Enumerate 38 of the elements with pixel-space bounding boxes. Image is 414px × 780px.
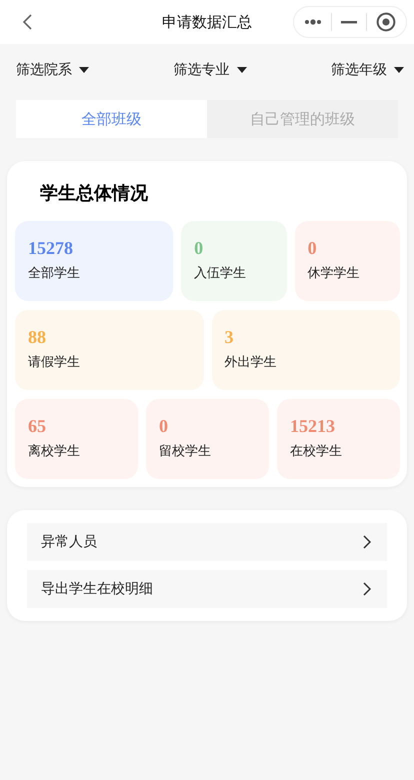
stat-value: 3 bbox=[224, 326, 234, 348]
stat-value: 0 bbox=[159, 415, 169, 437]
chevron-icon[interactable] bbox=[363, 582, 371, 596]
stat-tile[interactable]: 15278 全部学生 bbox=[15, 221, 174, 301]
list-item[interactable]: 导出学生在校明细 bbox=[27, 570, 387, 608]
page-title: 申请数据汇总 bbox=[161, 12, 253, 32]
back-icon[interactable] bbox=[20, 12, 34, 32]
stat-label: 外出学生 bbox=[224, 354, 278, 371]
dropdown-icon[interactable] bbox=[394, 67, 404, 73]
stat-value: 88 bbox=[28, 326, 47, 348]
stat-label: 休学学生 bbox=[308, 265, 361, 282]
stat-label: 在校学生 bbox=[290, 443, 343, 460]
stat-value: 0 bbox=[194, 237, 204, 259]
stat-tile[interactable]: 0 留校学生 bbox=[146, 399, 269, 479]
stat-label: 留校学生 bbox=[159, 443, 212, 460]
filter-dropdown[interactable]: 筛选院系 bbox=[16, 61, 89, 79]
stat-tile[interactable]: 0 休学学生 bbox=[294, 221, 400, 301]
stat-label: 入伍学生 bbox=[194, 265, 248, 282]
filter-dropdown[interactable]: 筛选年级 bbox=[331, 61, 404, 79]
section-title: 学生总体情况 bbox=[39, 182, 149, 206]
stat-tile[interactable]: 88 请假学生 bbox=[15, 310, 204, 390]
stat-label: 请假学生 bbox=[28, 354, 81, 371]
stat-tile[interactable]: 0 入伍学生 bbox=[181, 221, 287, 301]
dropdown-icon[interactable] bbox=[79, 67, 89, 73]
stat-label: 全部学生 bbox=[28, 265, 81, 282]
stat-value: 0 bbox=[308, 237, 318, 259]
stat-label: 离校学生 bbox=[28, 443, 81, 460]
stat-value: 65 bbox=[28, 415, 47, 437]
filter-dropdown[interactable]: 筛选专业 bbox=[174, 61, 246, 79]
stat-tile[interactable]: 15213 在校学生 bbox=[277, 399, 400, 479]
stat-tile[interactable]: 3 外出学生 bbox=[212, 310, 400, 390]
stat-value: 15278 bbox=[28, 237, 74, 259]
dropdown-icon[interactable] bbox=[236, 67, 246, 73]
close-icon[interactable] bbox=[376, 12, 396, 32]
stat-value: 15213 bbox=[290, 415, 336, 437]
chevron-icon[interactable] bbox=[363, 535, 371, 549]
stat-tile[interactable]: 65 离校学生 bbox=[15, 399, 138, 479]
list-item[interactable]: 异常人员 bbox=[27, 523, 387, 561]
